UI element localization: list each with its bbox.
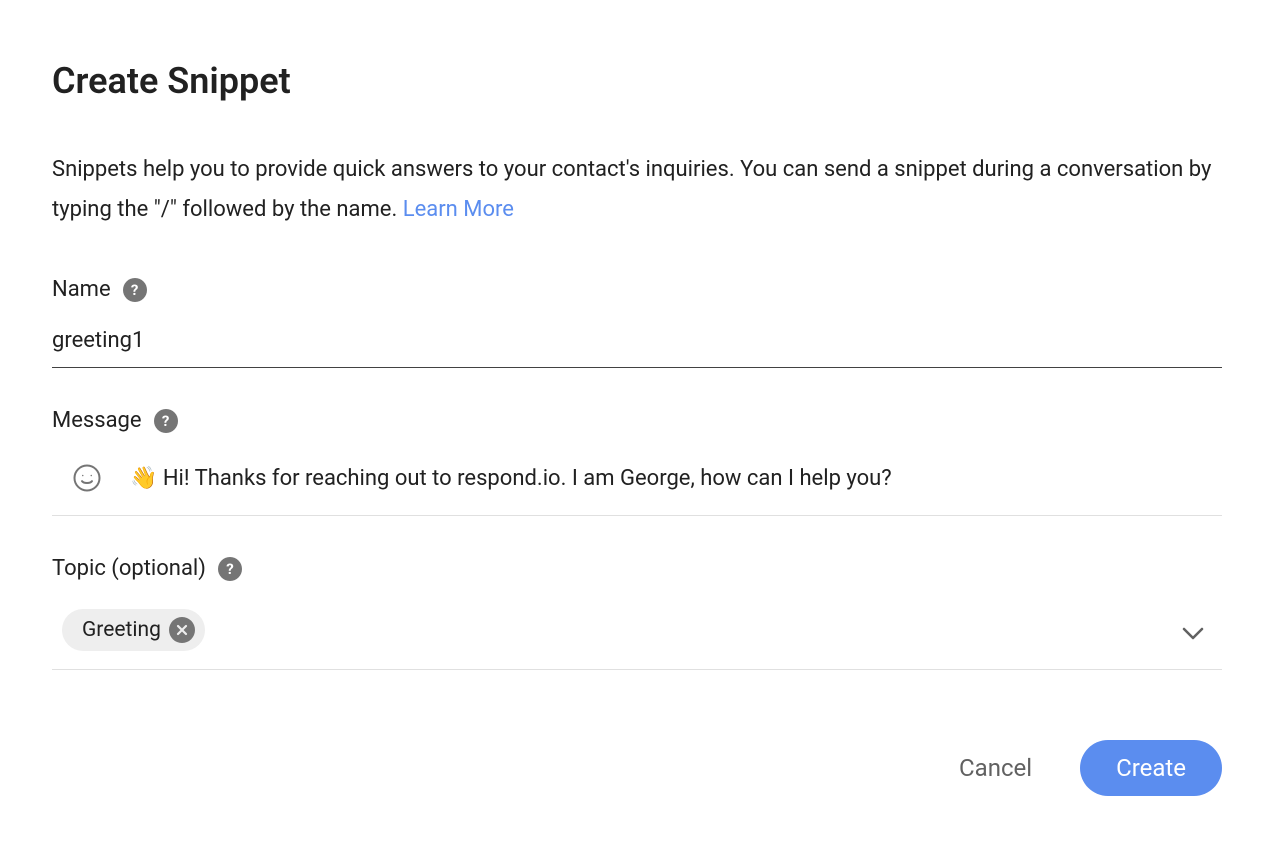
message-label-row: Message ? [52,408,1222,433]
learn-more-link[interactable]: Learn More [403,197,514,222]
create-button[interactable]: Create [1080,740,1222,796]
close-icon[interactable] [169,617,195,643]
name-input[interactable] [52,320,1222,368]
name-label: Name [52,277,111,302]
topic-select[interactable]: Greeting [52,599,1222,670]
topic-label: Topic (optional) [52,556,206,581]
chevron-down-icon[interactable] [1182,619,1222,641]
name-label-row: Name ? [52,277,1222,302]
smiley-icon[interactable] [72,463,102,493]
topic-chip: Greeting [62,609,205,651]
page-title: Create Snippet [52,60,1222,102]
topic-label-row: Topic (optional) ? [52,556,1222,581]
message-input[interactable]: 👋 Hi! Thanks for reaching out to respond… [130,466,1222,491]
topic-chips: Greeting [62,609,205,651]
description-body: Snippets help you to provide quick answe… [52,157,1211,222]
message-label: Message [52,408,142,433]
help-icon[interactable]: ? [154,409,178,433]
help-icon[interactable]: ? [218,557,242,581]
message-row: 👋 Hi! Thanks for reaching out to respond… [52,451,1222,516]
description-text: Snippets help you to provide quick answe… [52,150,1222,229]
actions-row: Cancel Create [52,740,1222,796]
chip-label: Greeting [82,618,161,642]
message-field-group: Message ? 👋 Hi! Thanks for reaching out … [52,408,1222,516]
cancel-button[interactable]: Cancel [951,742,1040,794]
topic-field-group: Topic (optional) ? Greeting [52,556,1222,670]
name-field-group: Name ? [52,277,1222,368]
help-icon[interactable]: ? [123,278,147,302]
